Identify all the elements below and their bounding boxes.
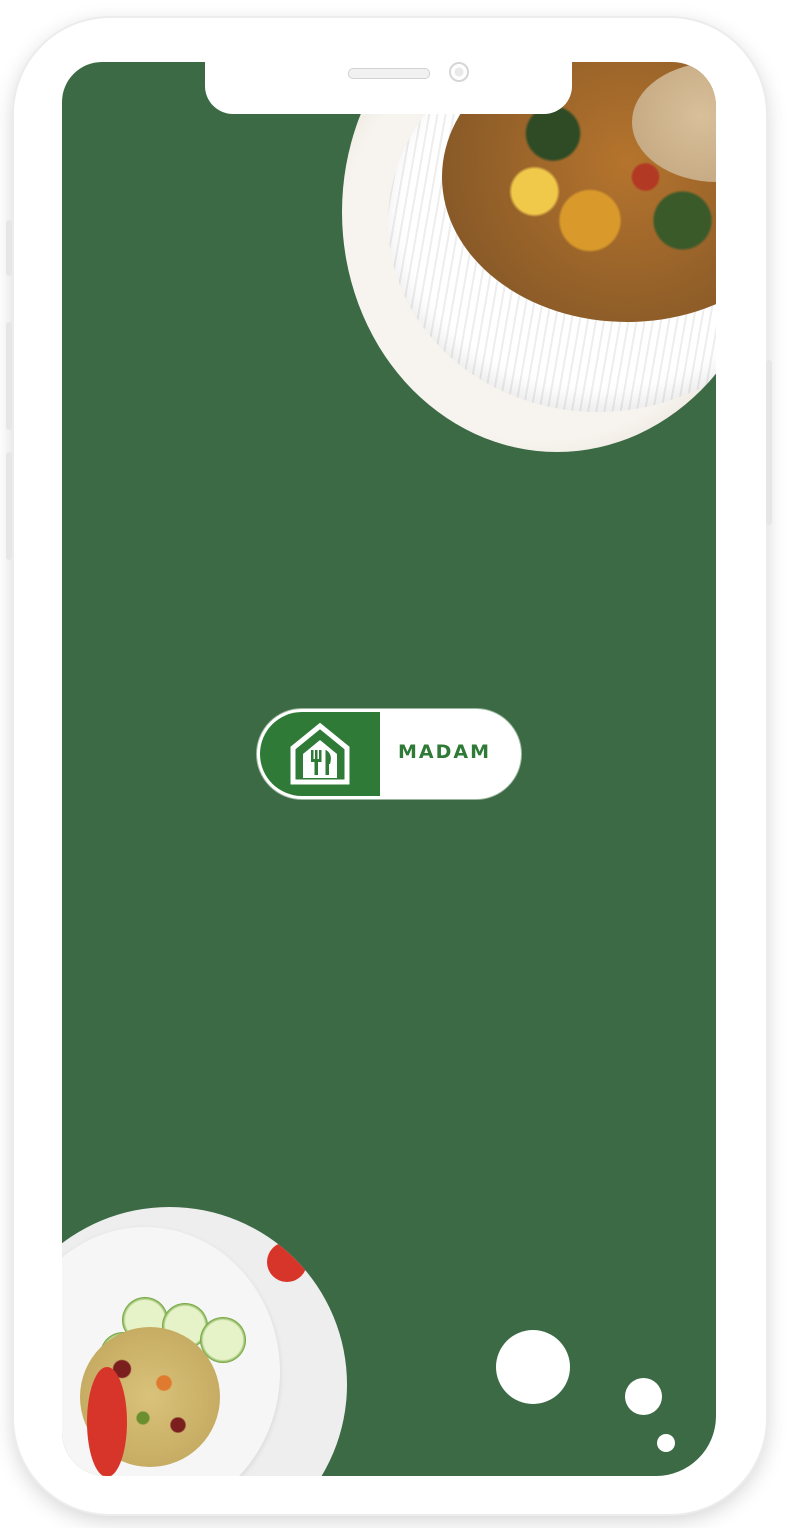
volume-up-button [6,322,12,430]
speaker-grille [348,68,430,79]
tomato [267,1242,307,1282]
tomato [87,1367,127,1476]
volume-down-button [6,452,12,560]
house-fork-knife-icon [290,722,350,785]
decorative-dot-small [657,1434,675,1452]
front-camera [449,62,469,82]
decorative-dot-large [496,1330,570,1404]
food-image-bottom [62,1207,347,1476]
power-button [766,360,772,525]
decorative-dot-medium [625,1378,662,1415]
notch [205,58,572,114]
mute-switch [6,220,12,276]
logo-mark [260,712,380,796]
food-image-top [342,62,716,452]
brand-logo: MADAM [257,709,521,799]
brand-name: MADAM [398,741,491,763]
